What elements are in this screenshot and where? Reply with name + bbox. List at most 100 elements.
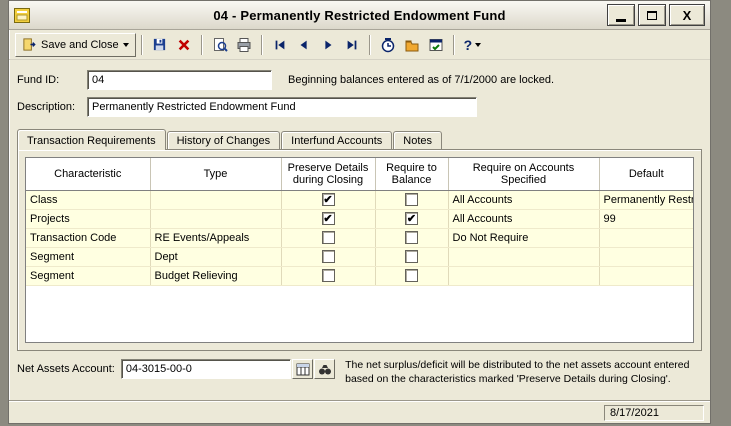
characteristic-cell[interactable]: Projects [26,209,151,229]
binoculars-icon [318,363,332,376]
delete-button[interactable] [172,33,196,57]
net-assets-note: The net surplus/deficit will be distribu… [345,359,690,385]
close-button[interactable]: X [669,4,705,26]
toolbar-separator [368,34,371,55]
first-record-button[interactable] [268,33,292,57]
tab-interfund-accounts[interactable]: Interfund Accounts [281,131,393,149]
toolbar-separator [260,34,263,55]
previous-record-icon [297,38,311,52]
default-cell[interactable]: Permanently Restri... [599,190,693,210]
characteristic-cell[interactable]: Transaction Code [26,228,151,248]
grid-header-default: Default [599,158,693,191]
last-record-button[interactable] [340,33,364,57]
unchecked-checkbox-icon[interactable] [321,269,335,282]
require-checkbox-cell[interactable] [375,247,449,267]
checked-checkbox-icon[interactable]: ✔ [321,193,335,206]
history-button[interactable] [376,33,400,57]
require-checkbox-cell[interactable] [375,190,449,210]
require-checkbox-cell[interactable] [375,228,449,248]
first-record-icon [273,38,287,52]
help-label: ? [463,36,473,53]
checked-checkbox-icon[interactable]: ✔ [321,212,335,225]
unchecked-checkbox-icon[interactable] [321,231,335,244]
accounts-cell[interactable]: All Accounts [448,209,600,229]
characteristic-cell[interactable]: Class [26,190,151,210]
unchecked-checkbox-icon[interactable] [405,231,418,244]
table-row[interactable]: Segment Dept [26,247,693,267]
type-cell[interactable] [150,209,282,229]
account-grid-icon [296,363,310,376]
preserve-checkbox-cell[interactable]: ✔ [281,209,376,229]
require-checkbox-cell[interactable] [375,266,449,286]
default-cell[interactable] [599,228,693,248]
preview-button[interactable] [208,33,232,57]
help-button[interactable]: ? [460,33,486,57]
status-date-panel: 8/17/2021 [604,404,704,421]
properties-icon [428,37,444,53]
checked-checkbox-icon[interactable]: ✔ [405,212,418,225]
type-cell[interactable] [150,190,282,210]
preview-icon [212,37,228,53]
tab-notes[interactable]: Notes [393,131,443,149]
favorites-icon [404,37,420,53]
previous-record-button[interactable] [292,33,316,57]
dialog-window: 04 - Permanently Restricted Endowment Fu… [8,0,711,424]
tab-panel: Characteristic Type Preserve Details dur… [17,149,702,351]
status-bar: 8/17/2021 [9,401,710,423]
table-row[interactable]: Transaction Code RE Events/Appeals Do Not … [26,228,693,248]
net-assets-input[interactable] [120,359,292,379]
save-and-close-button[interactable]: Save and Close [15,32,136,57]
toolbar-separator [200,34,203,55]
favorites-button[interactable] [400,33,424,57]
description-input[interactable] [87,97,477,117]
grid-header-type: Type [150,158,282,191]
table-row[interactable]: Projects ✔ ✔ All Accounts 99 [26,209,693,229]
history-icon [380,37,396,53]
grid-header-row: Characteristic Type Preserve Details dur… [26,158,693,191]
type-cell[interactable]: Budget Relieving [150,266,282,286]
save-button[interactable] [148,33,172,57]
print-button[interactable] [232,33,256,57]
net-assets-label: Net Assets Account: [17,363,115,375]
preserve-checkbox-cell[interactable] [281,266,376,286]
accounts-cell[interactable] [448,266,600,286]
table-row[interactable]: Class ✔ All AccountsPermanently Restri... [26,190,693,210]
accounts-cell[interactable]: Do Not Require [448,228,600,248]
properties-button[interactable] [424,33,448,57]
default-cell[interactable] [599,247,693,267]
type-cell[interactable]: RE Events/Appeals [150,228,282,248]
require-checkbox-cell[interactable]: ✔ [375,209,449,229]
tab-transaction-requirements[interactable]: Transaction Requirements [17,129,166,150]
type-cell[interactable]: Dept [150,247,282,267]
account-lookup-button[interactable] [292,359,314,379]
fund-id-input[interactable] [87,70,272,90]
requirements-grid: Characteristic Type Preserve Details dur… [25,157,694,343]
preserve-checkbox-cell[interactable]: ✔ [281,190,376,210]
search-button[interactable] [314,359,336,379]
grid-header-preserve-details: Preserve Details during Closing [281,158,376,191]
default-cell[interactable]: 99 [599,209,693,229]
grid-header-characteristic: Characteristic [26,158,151,191]
maximize-icon [647,10,657,20]
minimize-button[interactable] [607,4,635,26]
table-row[interactable]: Segment Budget Relieving [26,266,693,286]
next-record-button[interactable] [316,33,340,57]
accounts-cell[interactable] [448,247,600,267]
unchecked-checkbox-icon[interactable] [405,193,418,206]
toolbar-separator [140,34,143,55]
unchecked-checkbox-icon[interactable] [321,250,335,263]
delete-icon [177,38,191,52]
accounts-cell[interactable]: All Accounts [448,190,600,210]
preserve-checkbox-cell[interactable] [281,247,376,267]
unchecked-checkbox-icon[interactable] [405,269,418,282]
unchecked-checkbox-icon[interactable] [405,250,418,263]
save-and-close-icon [22,37,37,52]
toolbar-separator [452,34,455,55]
tab-history-of-changes[interactable]: History of Changes [166,131,281,149]
tab-strip: Transaction Requirements History of Chan… [17,129,702,150]
default-cell[interactable] [599,266,693,286]
characteristic-cell[interactable]: Segment [26,247,151,267]
characteristic-cell[interactable]: Segment [26,266,151,286]
preserve-checkbox-cell[interactable] [281,228,376,248]
maximize-button[interactable] [638,4,666,26]
